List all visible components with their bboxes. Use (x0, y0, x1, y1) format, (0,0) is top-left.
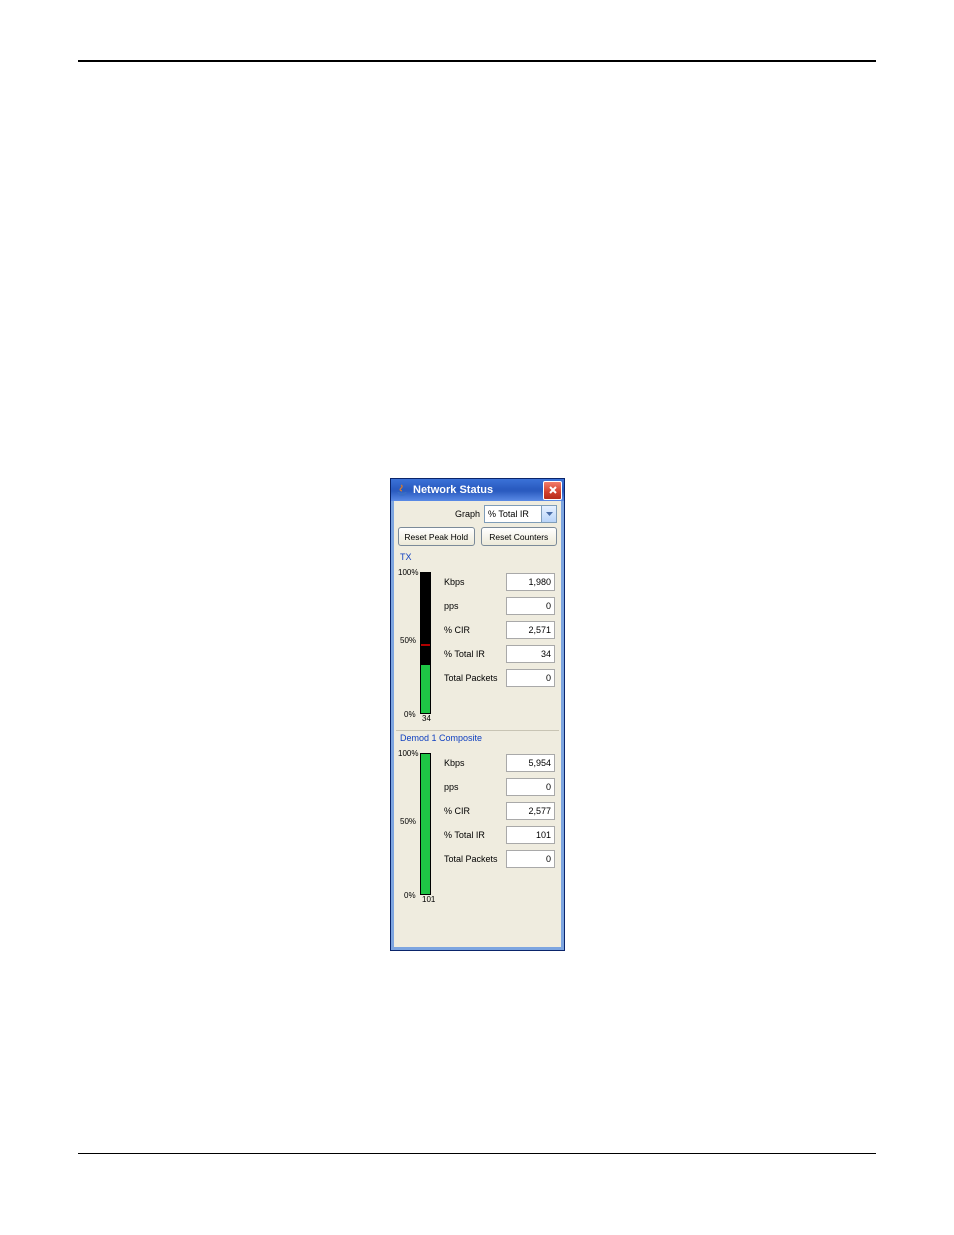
demod-tp-value: 0 (506, 850, 555, 868)
demod-pps-value: 0 (506, 778, 555, 796)
demod-cir-value: 2,577 (506, 802, 555, 820)
tx-axis-50: 50% (400, 636, 416, 645)
network-status-window: Network Status Graph % Total IR (390, 478, 565, 951)
demod-axis-0: 0% (404, 891, 416, 900)
demod-gauge-track (420, 753, 431, 895)
section-divider (396, 730, 559, 731)
tx-cir-value: 2,571 (506, 621, 555, 639)
tx-kbps-label: Kbps (444, 577, 502, 587)
demod-tir-row: % Total IR 101 (444, 823, 557, 847)
demod-cir-row: % CIR 2,577 (444, 799, 557, 823)
titlebar[interactable]: Network Status (391, 479, 564, 501)
demod-pps-label: pps (444, 782, 502, 792)
demod-axis-50: 50% (400, 817, 416, 826)
tx-pps-row: pps 0 (444, 594, 557, 618)
tx-kbps-value: 1,980 (506, 573, 555, 591)
demod-axis-100: 100% (398, 749, 418, 758)
footer-rule (78, 1153, 876, 1154)
demod-tp-row: Total Packets 0 (444, 847, 557, 871)
reset-counters-button[interactable]: Reset Counters (481, 527, 558, 546)
close-icon (548, 485, 558, 495)
header-rule (78, 60, 876, 62)
java-icon (395, 483, 409, 497)
demod-kbps-value: 5,954 (506, 754, 555, 772)
tx-section: TX 100% 50% 0% 34 Kbps (394, 552, 561, 728)
reset-peak-hold-button[interactable]: Reset Peak Hold (398, 527, 475, 546)
chevron-down-icon (541, 506, 556, 522)
tx-tp-label: Total Packets (444, 673, 502, 683)
demod-tir-value: 101 (506, 826, 555, 844)
tx-gauge-track (420, 572, 431, 714)
tx-axis-100: 100% (398, 568, 418, 577)
demod-tp-label: Total Packets (444, 854, 502, 864)
tx-axis-0: 0% (404, 710, 416, 719)
tx-tir-value: 34 (506, 645, 555, 663)
demod-metrics: Kbps 5,954 pps 0 % CIR 2,577 % Total I (444, 745, 557, 871)
tx-tir-label: % Total IR (444, 649, 502, 659)
page: Network Status Graph % Total IR (0, 0, 954, 1235)
window-title: Network Status (413, 484, 543, 496)
close-button[interactable] (543, 481, 562, 500)
tx-metrics: Kbps 1,980 pps 0 % CIR 2,571 % Total I (444, 564, 557, 690)
tx-cir-row: % CIR 2,571 (444, 618, 557, 642)
demod-gauge: 100% 50% 0% 101 (398, 745, 444, 905)
demod-cir-label: % CIR (444, 806, 502, 816)
demod-section: Demod 1 Composite 100% 50% 0% 101 Kbps (394, 733, 561, 909)
tx-pps-label: pps (444, 601, 502, 611)
tx-cir-label: % CIR (444, 625, 502, 635)
reset-counters-label: Reset Counters (489, 532, 548, 542)
graph-combobox[interactable]: % Total IR (484, 505, 557, 523)
demod-kbps-label: Kbps (444, 758, 502, 768)
client-area: Graph % Total IR Reset Peak Hold Reset C… (394, 501, 561, 947)
tx-tp-value: 0 (506, 669, 555, 687)
action-buttons: Reset Peak Hold Reset Counters (394, 525, 561, 550)
tx-gauge-fill (421, 665, 430, 713)
reset-peak-hold-label: Reset Peak Hold (404, 532, 468, 542)
graph-selector-row: Graph % Total IR (394, 501, 561, 525)
graph-combobox-value: % Total IR (488, 509, 529, 519)
demod-gauge-readout: 101 (422, 895, 435, 904)
demod-title: Demod 1 Composite (400, 733, 557, 743)
tx-gauge-peak (421, 644, 430, 646)
tx-kbps-row: Kbps 1,980 (444, 570, 557, 594)
tx-pps-value: 0 (506, 597, 555, 615)
tx-gauge: 100% 50% 0% 34 (398, 564, 444, 724)
tx-tir-row: % Total IR 34 (444, 642, 557, 666)
tx-tp-row: Total Packets 0 (444, 666, 557, 690)
graph-label: Graph (455, 509, 480, 519)
tx-title: TX (400, 552, 557, 562)
demod-kbps-row: Kbps 5,954 (444, 751, 557, 775)
tx-gauge-readout: 34 (422, 714, 431, 723)
demod-gauge-fill (421, 754, 430, 894)
demod-pps-row: pps 0 (444, 775, 557, 799)
demod-tir-label: % Total IR (444, 830, 502, 840)
